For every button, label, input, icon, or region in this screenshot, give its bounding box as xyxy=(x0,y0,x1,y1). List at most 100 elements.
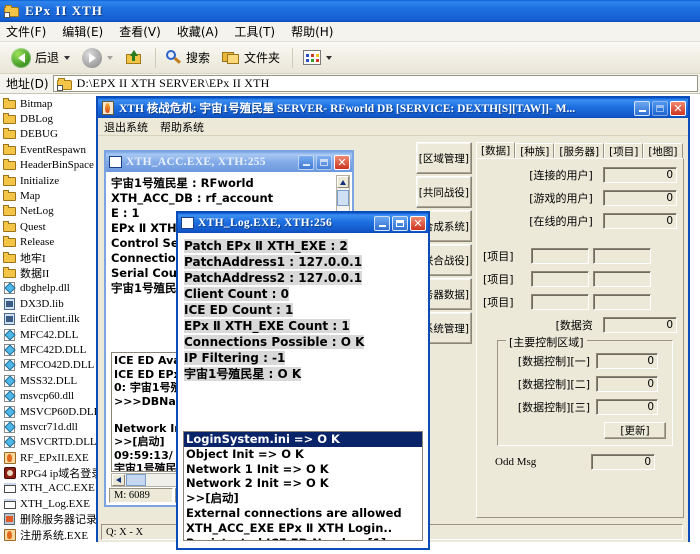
folder-shortcut-icon xyxy=(4,4,20,18)
project-value-3a[interactable] xyxy=(531,294,589,310)
up-button[interactable] xyxy=(120,45,148,71)
list-item[interactable]: XTH_Log.EXE xyxy=(0,496,96,511)
project-value-1a[interactable] xyxy=(531,248,589,264)
list-item[interactable]: NetLog xyxy=(0,204,96,219)
address-input[interactable]: D:\EPX II XTH SERVER\EPx II XTH xyxy=(53,75,698,92)
list-item[interactable]: MFC42D.DLL xyxy=(0,342,96,357)
list-item[interactable]: MFC42.DLL xyxy=(0,327,96,342)
list-item[interactable]: 地牢I xyxy=(0,250,96,265)
list-item[interactable]: MSVCP60D.DLL xyxy=(0,404,96,419)
log-message-item[interactable]: Registrated ICE ED Number [1].. xyxy=(184,536,422,541)
project-value-2a[interactable] xyxy=(531,271,589,287)
list-item[interactable]: XTH_ACC.EXE xyxy=(0,481,96,496)
side-button-1[interactable]: [共同战役] xyxy=(416,176,472,208)
acc-minimize-button[interactable] xyxy=(298,155,314,170)
tab-3[interactable]: [项目] xyxy=(604,143,643,159)
log-message-item[interactable]: Network 1 Init => O K xyxy=(184,462,422,477)
field-row-online-users: [在线的用户] 0 xyxy=(483,213,677,229)
list-item[interactable]: EditClient.ilk xyxy=(0,311,96,326)
list-item[interactable]: 注册系统.EXE xyxy=(0,527,96,542)
xth-main-title-bar[interactable]: XTH 核战危机: 宇宙1号殖民星 SERVER- RFworld DB [SE… xyxy=(98,98,688,118)
project-value-2b[interactable] xyxy=(593,271,651,287)
folder-icon xyxy=(3,175,17,187)
list-item[interactable]: DX3D.lib xyxy=(0,296,96,311)
file-name: XTH_Log.EXE xyxy=(20,498,90,510)
menu-item-tools[interactable]: 工具(T) xyxy=(234,23,275,40)
log-minimize-button[interactable] xyxy=(374,216,390,231)
log-message-item[interactable]: LoginSystem.ini => O K xyxy=(184,432,422,447)
maximize-button[interactable] xyxy=(652,101,668,116)
log-message-item[interactable]: Object Init => O K xyxy=(184,447,422,462)
update-button[interactable]: [更新] xyxy=(604,422,666,439)
log-message-item[interactable]: >>[启动] xyxy=(184,491,422,506)
chevron-down-icon[interactable] xyxy=(64,56,70,60)
list-item[interactable]: EventRespawn xyxy=(0,142,96,157)
log-message-item[interactable]: XTH_ACC_EXE EPx Ⅱ XTH Login.. xyxy=(184,521,422,536)
list-item[interactable]: DBLog xyxy=(0,111,96,126)
minimize-button[interactable] xyxy=(634,101,650,116)
list-item[interactable]: 删除服务器记录.t xyxy=(0,512,96,527)
log-close-button[interactable]: ✕ xyxy=(410,216,426,231)
menu-item-view[interactable]: 查看(V) xyxy=(119,23,161,40)
log-message-item[interactable]: Network 2 Init => O K xyxy=(184,476,422,491)
list-item[interactable]: HeaderBinSpace xyxy=(0,158,96,173)
list-item[interactable]: msvcr71d.dll xyxy=(0,419,96,434)
forward-chevron-down-icon[interactable] xyxy=(107,56,113,60)
menu-item-help-system[interactable]: 帮助系统 xyxy=(160,119,204,135)
scroll-up-button[interactable] xyxy=(337,176,349,188)
tab-4[interactable]: [地图] xyxy=(643,143,682,159)
list-item[interactable]: RF_EPxII.EXE xyxy=(0,450,96,465)
menu-item-edit[interactable]: 编辑(E) xyxy=(62,23,103,40)
list-item[interactable]: MFCO42D.DLL xyxy=(0,358,96,373)
list-item[interactable]: RPG4 ip域名登录器 xyxy=(0,465,96,480)
menu-item-favorites[interactable]: 收藏(A) xyxy=(177,23,219,40)
online-users-label: [在线的用户] xyxy=(483,213,593,229)
list-item[interactable]: Map xyxy=(0,188,96,203)
views-chevron-down-icon[interactable] xyxy=(326,56,332,60)
tab-2[interactable]: [服务器] xyxy=(554,143,604,159)
tab-0[interactable]: [数据] xyxy=(476,142,515,159)
views-button[interactable] xyxy=(298,45,337,71)
close-button[interactable]: ✕ xyxy=(670,101,686,116)
menu-item-file[interactable]: 文件(F) xyxy=(6,23,46,40)
forward-button[interactable] xyxy=(77,45,118,71)
data-control-label-2: [数据控制][二] xyxy=(504,376,590,392)
project-value-3b[interactable] xyxy=(593,294,651,310)
dll-icon xyxy=(3,390,17,402)
menu-item-help[interactable]: 帮助(H) xyxy=(291,23,333,40)
xth-log-message-list[interactable]: LoginSystem.ini => O KObject Init => O K… xyxy=(183,431,423,541)
list-item[interactable]: dbghelp.dll xyxy=(0,281,96,296)
acc-close-button[interactable]: ✕ xyxy=(334,155,350,170)
list-item[interactable]: 数据II xyxy=(0,265,96,280)
list-item[interactable]: Bitmap xyxy=(0,96,96,111)
xth-tab-row[interactable]: [数据][种族][服务器][项目][地图] xyxy=(476,142,684,159)
list-item[interactable]: Initialize xyxy=(0,173,96,188)
search-label: 搜索 xyxy=(186,49,210,66)
list-item[interactable]: MSS32.DLL xyxy=(0,373,96,388)
xth-log-title-bar[interactable]: XTH_Log.EXE, XTH:256 ✕ xyxy=(178,213,428,233)
menu-item-exit-system[interactable]: 退出系统 xyxy=(104,119,148,135)
log-maximize-button[interactable] xyxy=(392,216,408,231)
address-folder-shortcut-icon xyxy=(57,77,73,91)
list-item[interactable]: DEBUG xyxy=(0,127,96,142)
folders-button[interactable]: 文件夹 xyxy=(217,45,285,71)
list-item[interactable]: MSVCRTD.DLL xyxy=(0,435,96,450)
project-value-1b[interactable] xyxy=(593,248,651,264)
scroll-thumb[interactable] xyxy=(337,190,349,206)
scroll-left-button[interactable] xyxy=(112,474,125,486)
file-name: Bitmap xyxy=(20,98,52,110)
log-message-item[interactable]: External connections are allowed xyxy=(184,506,422,521)
list-item[interactable]: Quest xyxy=(0,219,96,234)
side-button-0[interactable]: [区域管理] xyxy=(416,142,472,174)
tab-1[interactable]: [种族] xyxy=(515,143,554,159)
list-item[interactable]: msvcp60.dll xyxy=(0,388,96,403)
xth-acc-title-bar[interactable]: XTH_ACC.EXE, XTH:255 ✕ xyxy=(106,152,352,172)
file-list[interactable]: BitmapDBLogDEBUGEventRespawnHeaderBinSpa… xyxy=(0,94,96,554)
back-button[interactable]: 后退 xyxy=(6,45,75,71)
log-info-line: Patch EPx Ⅱ XTH_EXE : 2 xyxy=(184,238,424,254)
list-item[interactable]: Release xyxy=(0,235,96,250)
acc-maximize-button[interactable] xyxy=(316,155,332,170)
hscroll-thumb[interactable] xyxy=(126,474,146,486)
search-button[interactable]: 搜索 xyxy=(161,45,215,71)
flame-exe-icon xyxy=(3,452,17,464)
